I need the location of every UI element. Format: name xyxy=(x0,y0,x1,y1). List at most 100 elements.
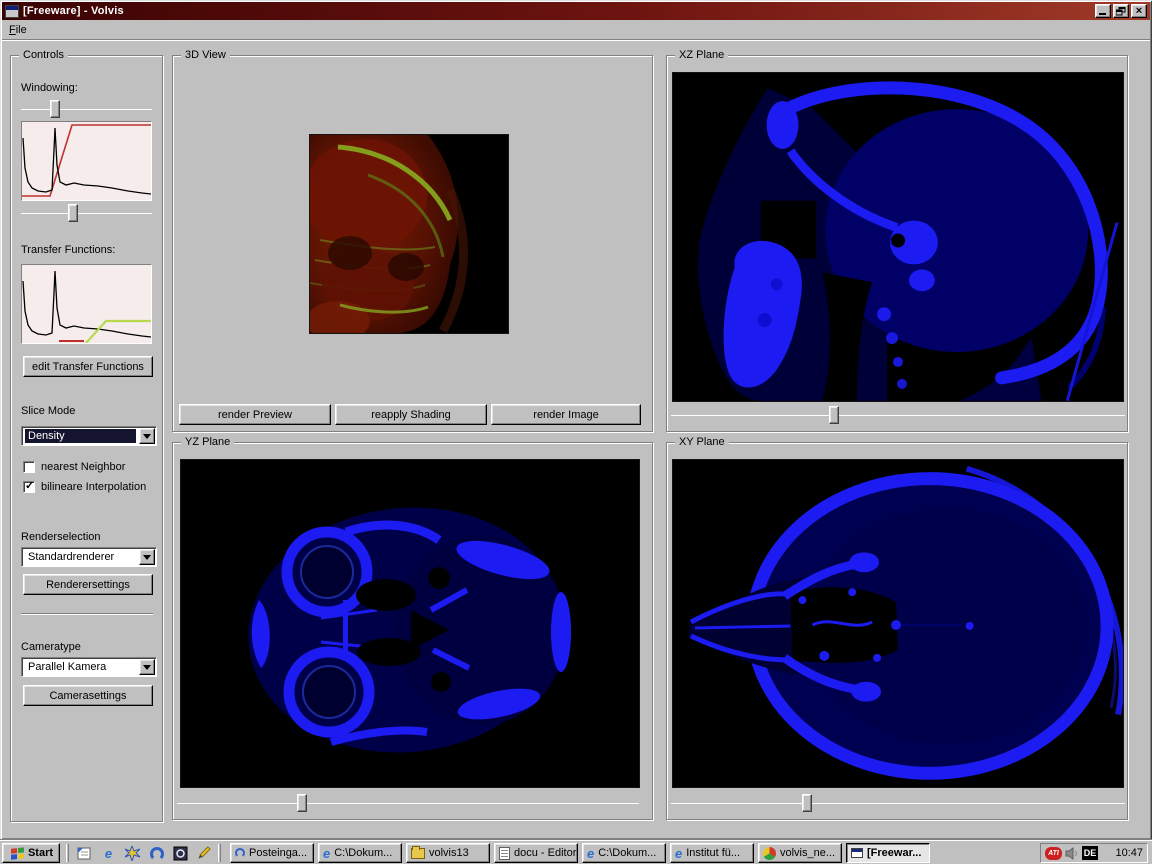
slider-thumb[interactable] xyxy=(297,794,307,812)
slider-thumb[interactable] xyxy=(802,794,812,812)
render-preview-button[interactable]: render Preview xyxy=(179,404,331,425)
edit-transfer-functions-button[interactable]: edit Transfer Functions xyxy=(23,356,153,377)
minimize-button[interactable] xyxy=(1095,4,1111,18)
taskbar-grip[interactable] xyxy=(66,844,69,862)
slider-thumb[interactable] xyxy=(68,204,78,222)
windowing-upper-slider[interactable] xyxy=(21,100,152,120)
viewer-icon[interactable] xyxy=(172,845,189,862)
dropdown-button[interactable] xyxy=(139,428,155,444)
dropdown-button[interactable] xyxy=(139,549,155,565)
internet-explorer-icon: e xyxy=(323,847,330,860)
menu-separator xyxy=(2,39,1150,41)
minimize-icon xyxy=(1099,13,1106,15)
slider-track xyxy=(177,803,639,804)
slider-track xyxy=(21,213,152,214)
restore-button[interactable] xyxy=(1113,4,1129,18)
nearest-neighbor-row[interactable]: nearest Neighbor xyxy=(23,460,125,474)
task-button-institut[interactable]: e Institut fü... xyxy=(670,843,754,863)
task-button-posteingang[interactable]: Posteinga... xyxy=(230,843,314,863)
show-desktop-icon[interactable] xyxy=(76,845,93,862)
language-indicator[interactable]: DE xyxy=(1082,846,1098,860)
transfer-functions-label: Transfer Functions: xyxy=(21,244,115,256)
separator xyxy=(21,613,153,615)
check-icon: ✓ xyxy=(25,479,34,492)
camera-value: Parallel Kamera xyxy=(25,660,136,674)
windowing-label: Windowing: xyxy=(21,82,78,94)
render-image-button[interactable]: render Image xyxy=(491,404,641,425)
dropdown-button[interactable] xyxy=(139,659,155,675)
camerasettings-button[interactable]: Camerasettings xyxy=(23,685,153,706)
view3d-group-label: 3D View xyxy=(181,49,230,62)
nearest-neighbor-checkbox[interactable] xyxy=(23,461,35,473)
reapply-shading-button[interactable]: reapply Shading xyxy=(335,404,487,425)
xy-plane-view xyxy=(672,459,1124,788)
taskbar: Start e Posteinga... e C:\Dokum... volvi… xyxy=(0,840,1152,864)
slider-track xyxy=(671,415,1125,416)
task-button-freeware-volvis[interactable]: [Freewar... xyxy=(846,843,930,863)
close-button[interactable]: × xyxy=(1131,4,1147,18)
yz-plane-view xyxy=(180,459,640,788)
windowing-histogram-plot xyxy=(22,122,151,200)
chevron-down-icon xyxy=(143,434,151,439)
view3d-group: 3D View xyxy=(172,55,653,432)
task-label: volvis_ne... xyxy=(780,847,835,859)
windowing-lower-slider[interactable] xyxy=(21,204,152,224)
clock: 10:47 xyxy=(1115,847,1143,859)
connect-icon[interactable] xyxy=(148,845,165,862)
internet-explorer-icon[interactable]: e xyxy=(100,845,117,862)
task-button-docu-editor[interactable]: docu - Editor xyxy=(494,843,578,863)
xy-plane-slider[interactable] xyxy=(671,794,1125,814)
volume-render-view[interactable] xyxy=(309,134,509,334)
volvis-window: [Freeware] - Volvis × File Controls Wind… xyxy=(0,0,1152,840)
window-title: [Freeware] - Volvis xyxy=(23,5,1095,17)
task-button-volvis13[interactable]: volvis13 xyxy=(406,843,490,863)
task-label: docu - Editor xyxy=(514,847,576,859)
bilinear-row[interactable]: ✓ bilineare Interpolation xyxy=(23,480,146,494)
renderersettings-button[interactable]: Renderersettings xyxy=(23,574,153,595)
xz-plane-view xyxy=(672,72,1124,402)
system-tray: ATI DE 10:47 xyxy=(1040,843,1148,863)
renderer-combobox[interactable]: Standardrenderer xyxy=(21,547,157,567)
volume-icon[interactable] xyxy=(1065,847,1079,860)
slider-thumb[interactable] xyxy=(50,100,60,118)
bilinear-checkbox[interactable]: ✓ xyxy=(23,481,35,493)
windows-logo-icon xyxy=(9,846,25,860)
renderer-value: Standardrenderer xyxy=(25,550,136,564)
taskbar-grip[interactable] xyxy=(218,844,221,862)
titlebar[interactable]: [Freeware] - Volvis × xyxy=(2,2,1150,20)
task-button-volvis-ne[interactable]: volvis_ne... xyxy=(758,843,842,863)
xy-plane-label: XY Plane xyxy=(675,436,729,449)
window-icon xyxy=(851,848,863,858)
ati-tray-icon[interactable]: ATI xyxy=(1045,847,1062,860)
xz-plane-label: XZ Plane xyxy=(675,49,728,62)
start-button[interactable]: Start xyxy=(2,843,60,863)
task-label: C:\Dokum... xyxy=(598,847,656,859)
controls-group: Controls Windowing: Transfer Functions: xyxy=(10,55,163,822)
task-button-dokum-2[interactable]: e C:\Dokum... xyxy=(582,843,666,863)
transfer-histogram xyxy=(21,264,152,344)
paint-icon[interactable] xyxy=(196,845,213,862)
menu-file[interactable]: File xyxy=(2,22,34,38)
notepad-icon xyxy=(499,847,510,860)
task-label: [Freewar... xyxy=(867,847,921,859)
restore-icon xyxy=(1116,7,1126,16)
task-button-dokum-1[interactable]: e C:\Dokum... xyxy=(318,843,402,863)
task-label: Institut fü... xyxy=(686,847,740,859)
nearest-neighbor-label: nearest Neighbor xyxy=(41,461,125,473)
internet-explorer-icon: e xyxy=(587,847,594,860)
slice-mode-combobox[interactable]: Density xyxy=(21,426,157,446)
yz-plane-slider[interactable] xyxy=(177,794,639,814)
windowing-histogram xyxy=(21,121,152,201)
xz-plane-slider[interactable] xyxy=(671,406,1125,426)
kxp-icon[interactable] xyxy=(124,845,141,862)
slider-thumb[interactable] xyxy=(829,406,839,424)
internet-explorer-icon: e xyxy=(675,847,682,860)
yz-plane-label: YZ Plane xyxy=(181,436,234,449)
slider-track xyxy=(671,803,1125,804)
controls-group-label: Controls xyxy=(19,49,68,62)
camera-combobox[interactable]: Parallel Kamera xyxy=(21,657,157,677)
volume-render-image xyxy=(310,135,508,333)
yz-slice-image xyxy=(181,460,639,787)
mail-swirl-icon xyxy=(235,848,245,858)
start-label: Start xyxy=(28,847,53,859)
